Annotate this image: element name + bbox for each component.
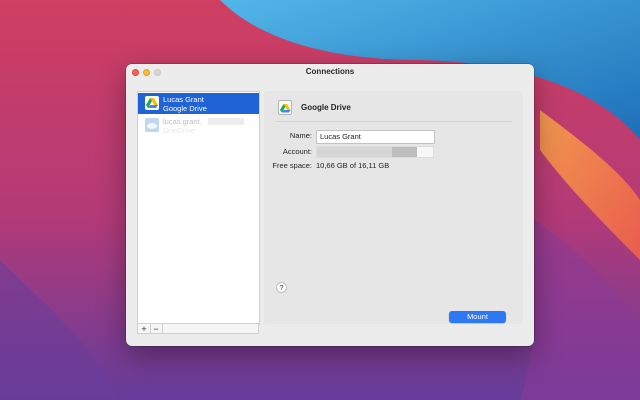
window-titlebar[interactable]: Connections (126, 64, 534, 80)
name-field[interactable] (316, 130, 435, 144)
divider (276, 121, 512, 122)
account-label: Account: (282, 147, 312, 156)
connection-name: lucas.grant. (163, 117, 202, 126)
connection-detail-panel: Google Drive Name: Account: Free space: … (264, 91, 523, 324)
onedrive-icon (145, 118, 159, 132)
redacted-bar (317, 147, 392, 157)
connection-service: OneDrive (163, 126, 195, 135)
connections-window: Connections Lucas Grant Google Drive luc… (126, 64, 534, 346)
account-field-redacted (316, 146, 434, 158)
remove-connection-button[interactable]: − (150, 324, 163, 334)
connection-item-onedrive[interactable]: lucas.grant. OneDrive (138, 115, 259, 136)
sidebar-footer: + − (137, 323, 259, 334)
window-title: Connections (305, 67, 355, 76)
free-space-label: Free space: (272, 161, 312, 170)
connection-name: Lucas Grant (163, 95, 204, 104)
connection-service: Google Drive (163, 104, 207, 113)
free-space-value: 10,66 GB of 16,11 GB (316, 161, 390, 170)
redacted-bar (392, 147, 417, 157)
connection-item-google-drive[interactable]: Lucas Grant Google Drive (138, 93, 259, 114)
google-drive-icon (145, 96, 159, 110)
google-drive-icon (278, 100, 292, 115)
mount-button[interactable]: Mount (449, 311, 506, 323)
redacted-text-bar (208, 118, 244, 125)
name-label: Name: (289, 131, 312, 140)
connections-list: Lucas Grant Google Drive lucas.grant. On… (137, 91, 260, 325)
service-title: Google Drive (301, 103, 351, 112)
help-button[interactable]: ? (276, 282, 287, 293)
